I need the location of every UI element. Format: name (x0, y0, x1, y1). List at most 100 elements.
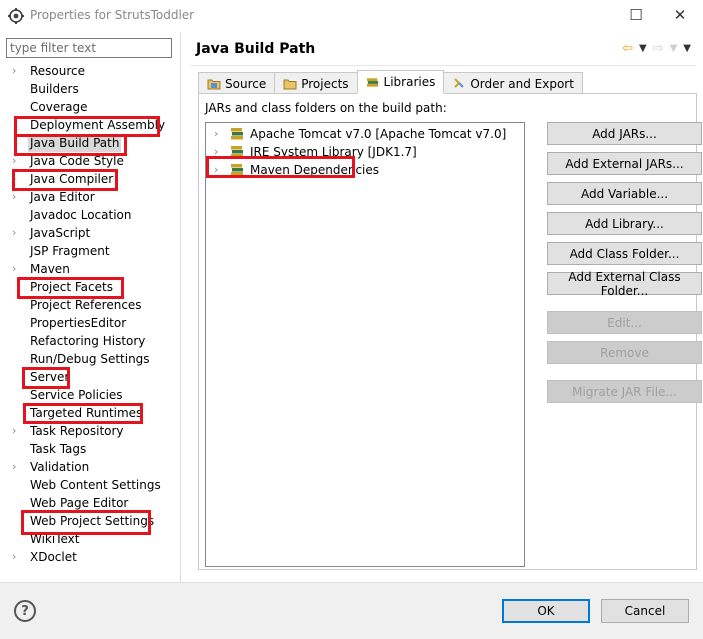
tree-item[interactable]: Targeted Runtimes (0, 404, 180, 422)
view-menu-icon[interactable]: ▼ (683, 43, 691, 54)
forward-arrow-icon: ⇨ (652, 41, 664, 56)
tree-item[interactable]: › Maven (0, 260, 180, 278)
tree-item[interactable]: Run/Debug Settings (0, 350, 180, 368)
libraries-panel: JARs and class folders on the build path… (198, 93, 702, 570)
tree-item[interactable]: WikiText (0, 530, 180, 548)
libraries-icon (366, 78, 378, 87)
tree-item[interactable]: Coverage (0, 98, 180, 116)
page-title: Java Build Path (196, 41, 316, 57)
tree-item-label: Web Project Settings (30, 514, 155, 528)
tree-item-label: PropertiesEditor (30, 316, 127, 330)
tree-item[interactable]: › JavaScript (0, 224, 180, 242)
tree-item-label: Coverage (30, 100, 88, 114)
projects-folder-icon (283, 79, 297, 90)
tree-item[interactable]: Service Policies (0, 386, 180, 404)
tree-item-label: Builders (30, 82, 79, 96)
tree-item-label: Maven (30, 262, 70, 276)
expand-arrow-icon[interactable]: › (12, 260, 16, 278)
expand-arrow-icon[interactable]: › (214, 125, 218, 143)
tree-item[interactable]: Web Project Settings (0, 512, 180, 530)
library-item[interactable]: › Apache Tomcat v7.0 [Apache Tomcat v7.0] (206, 125, 524, 143)
cancel-button[interactable]: Cancel (601, 599, 689, 623)
tab-order-and-export-label: Order and Export (470, 76, 574, 91)
tree-item[interactable]: JSP Fragment (0, 242, 180, 260)
library-item[interactable]: › JRE System Library [JDK1.7] (206, 143, 524, 161)
add-library-button[interactable]: Add Library... (547, 212, 702, 235)
tab-projects[interactable]: Projects (274, 72, 358, 94)
expand-arrow-icon[interactable]: › (12, 224, 16, 242)
expand-arrow-icon[interactable]: › (12, 188, 16, 206)
tab-bar: Source Projects Libraries Order and Expo… (198, 70, 583, 94)
tree-item[interactable]: PropertiesEditor (0, 314, 180, 332)
expand-arrow-icon[interactable]: › (12, 458, 16, 476)
tree-item[interactable]: › Task Repository (0, 422, 180, 440)
tree-item-label: Web Page Editor (30, 496, 129, 510)
tree-item-label: Task Repository (30, 424, 124, 438)
library-tree[interactable]: › Apache Tomcat v7.0 [Apache Tomcat v7.0]… (205, 122, 525, 567)
add-variable-button[interactable]: Add Variable... (547, 182, 702, 205)
order-export-icon (454, 78, 465, 88)
expand-arrow-icon[interactable]: › (214, 161, 218, 179)
expand-arrow-icon[interactable]: › (214, 143, 218, 161)
tree-item[interactable]: Web Content Settings (0, 476, 180, 494)
filter-input[interactable] (6, 38, 172, 58)
tree-item[interactable]: Builders (0, 80, 180, 98)
tree-item-label: Validation (30, 460, 90, 474)
tree-item[interactable]: Task Tags (0, 440, 180, 458)
expand-arrow-icon[interactable]: › (12, 152, 16, 170)
tree-item-label: Java Editor (30, 190, 95, 204)
tree-item[interactable]: Java Build Path (0, 134, 180, 152)
expand-arrow-icon[interactable]: › (12, 422, 16, 440)
add-external-class-folder-button[interactable]: Add External Class Folder... (547, 270, 702, 298)
tab-libraries[interactable]: Libraries (356, 70, 445, 94)
tree-item[interactable]: › Java Editor (0, 188, 180, 206)
tree-item-label: Resource (30, 64, 86, 78)
library-jar-icon (231, 128, 243, 140)
add-external-jars-button[interactable]: Add External JARs... (547, 152, 702, 175)
tree-item-label: Project References (30, 298, 142, 312)
help-icon[interactable]: ? (14, 600, 36, 622)
tree-item-label: Java Compiler (30, 172, 114, 186)
expand-arrow-icon[interactable]: › (12, 170, 16, 188)
tree-item-label: XDoclet (30, 550, 77, 564)
tree-item[interactable]: Project Facets (0, 278, 180, 296)
tab-projects-label: Projects (301, 76, 349, 91)
back-dropdown-icon[interactable]: ▼ (639, 43, 647, 54)
tree-item[interactable]: Javadoc Location (0, 206, 180, 224)
library-item-label: Maven Dependencies (250, 163, 380, 177)
ok-button[interactable]: OK (502, 599, 590, 623)
tab-source[interactable]: Source (198, 72, 276, 94)
expand-arrow-icon[interactable]: › (12, 548, 16, 566)
tree-item[interactable]: › Validation (0, 458, 180, 476)
close-button[interactable]: ✕ (668, 4, 692, 26)
library-item-label: Apache Tomcat v7.0 [Apache Tomcat v7.0] (250, 127, 507, 141)
tree-item-label: Deployment Assembly (30, 118, 166, 132)
title-bar: Properties for StrutsToddler ☐ ✕ (0, 0, 703, 32)
tree-item[interactable]: Project References (0, 296, 180, 314)
tree-item-label: Javadoc Location (30, 208, 132, 222)
maximize-button[interactable]: ☐ (624, 4, 648, 26)
add-class-folder-button[interactable]: Add Class Folder... (547, 242, 702, 265)
source-folder-icon (207, 79, 221, 90)
tree-item[interactable]: Web Page Editor (0, 494, 180, 512)
category-tree-pane: › Resource Builders Coverage Deployment Asse… (0, 32, 181, 582)
tab-libraries-label: Libraries (383, 75, 436, 89)
forward-dropdown-icon: ▼ (669, 43, 678, 54)
tree-item[interactable]: › Resource (0, 62, 180, 80)
tree-item-label: Task Tags (30, 442, 87, 456)
tree-item[interactable]: › XDoclet (0, 548, 180, 566)
library-item[interactable]: › Maven Dependencies (206, 161, 524, 179)
tree-item[interactable]: Refactoring History (0, 332, 180, 350)
tab-order-and-export[interactable]: Order and Export (443, 72, 583, 94)
migrate-jar-button: Migrate JAR File... (547, 380, 702, 403)
tree-item[interactable]: Server (0, 368, 180, 386)
add-jars-button[interactable]: Add JARs... (547, 122, 702, 145)
back-arrow-icon[interactable]: ⇦ (622, 41, 633, 56)
expand-arrow-icon[interactable]: › (12, 62, 16, 80)
tree-item[interactable]: › Java Compiler (0, 170, 180, 188)
eclipse-app-icon (8, 8, 24, 24)
tree-item-label: Project Facets (30, 280, 113, 294)
tree-item-label: JavaScript (30, 226, 91, 240)
tree-item[interactable]: › Java Code Style (0, 152, 180, 170)
tree-item[interactable]: Deployment Assembly (0, 116, 180, 134)
